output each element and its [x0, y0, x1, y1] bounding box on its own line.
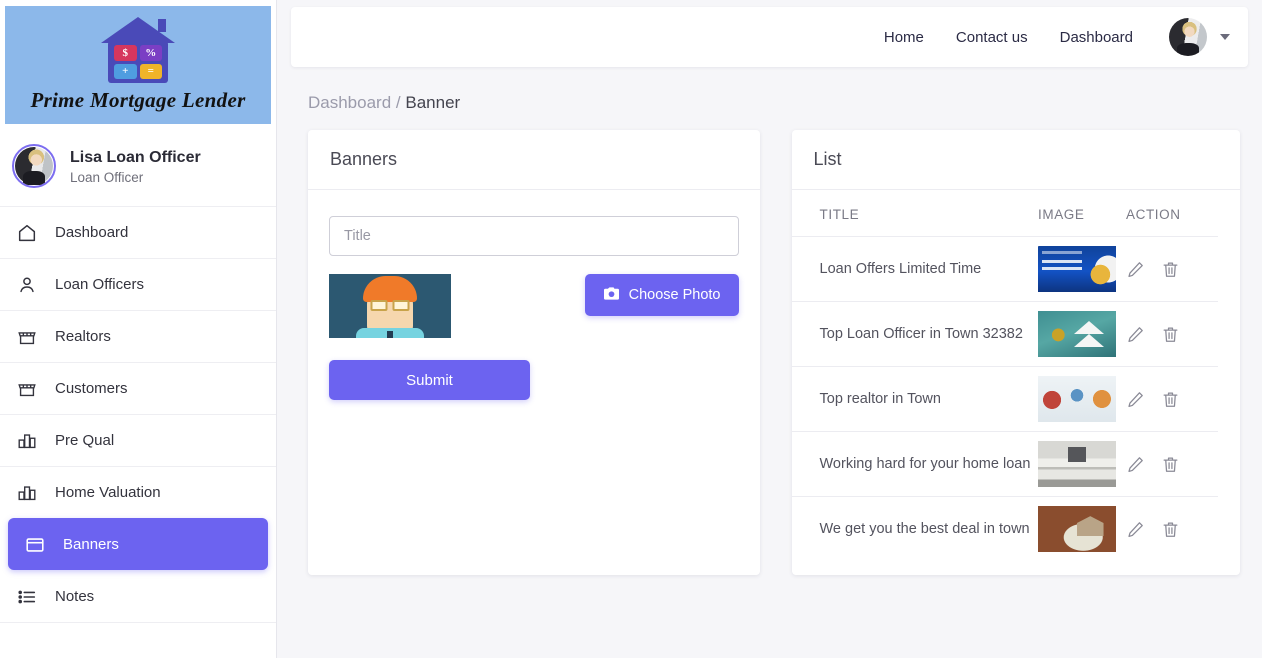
- choose-photo-label: Choose Photo: [628, 287, 721, 303]
- sidebar-item-label: Customers: [55, 380, 128, 397]
- row-title: Working hard for your home loan: [819, 456, 1031, 472]
- submit-button[interactable]: Submit: [329, 360, 530, 400]
- logo-key-dollar: $: [114, 45, 137, 61]
- pencil-icon[interactable]: [1126, 520, 1145, 539]
- avatar: [12, 144, 56, 188]
- column-header-title: TITLE: [791, 190, 1038, 237]
- pencil-icon[interactable]: [1126, 260, 1145, 279]
- pencil-icon[interactable]: [1126, 325, 1145, 344]
- trash-icon[interactable]: [1161, 390, 1180, 409]
- trash-icon[interactable]: [1161, 325, 1180, 344]
- sidebar-item-label: Home Valuation: [55, 484, 161, 501]
- table-row: Working hard for your home loan: [791, 431, 1218, 497]
- row-thumbnail: [1038, 246, 1116, 292]
- row-thumbnail: [1038, 311, 1116, 357]
- profile-name: Lisa Loan Officer: [70, 148, 201, 166]
- banner-table: TITLE IMAGE ACTION Loan Offers Limited T…: [791, 190, 1219, 562]
- trash-icon[interactable]: [1161, 520, 1180, 539]
- sidebar-item-loan-officers[interactable]: Loan Officers: [0, 258, 276, 310]
- logo-key-plus: +: [114, 63, 137, 79]
- home-icon: [16, 222, 38, 244]
- banner-icon: [24, 534, 46, 556]
- row-thumbnail: [1038, 441, 1116, 487]
- sidebar-item-label: Pre Qual: [55, 432, 115, 449]
- row-title: Top realtor in Town: [819, 391, 941, 407]
- bar-chart-icon: [16, 430, 38, 452]
- table-row: Top Loan Officer in Town 32382: [791, 301, 1218, 367]
- table-row: We get you the best deal in town: [792, 497, 1219, 562]
- nav-link-dashboard[interactable]: Dashboard: [1060, 29, 1133, 46]
- row-title: Top Loan Officer in Town 32382: [819, 326, 1023, 342]
- store-icon: [16, 326, 38, 348]
- sidebar-item-notes[interactable]: Notes: [0, 570, 276, 622]
- sidebar-item-banners[interactable]: Banners: [8, 518, 268, 570]
- bar-chart-icon: [16, 482, 38, 504]
- breadcrumb-current: Banner: [405, 93, 461, 112]
- trash-icon[interactable]: [1161, 455, 1180, 474]
- row-title: Loan Offers Limited Time: [819, 261, 982, 277]
- sidebar-item-label: Dashboard: [55, 224, 129, 241]
- sidebar-item-label: Loan Officers: [55, 276, 144, 293]
- banners-card: Banners Cho: [308, 130, 760, 575]
- sidebar-item-label: Realtors: [55, 328, 111, 345]
- nav-link-home[interactable]: Home: [884, 29, 924, 46]
- sidebar: $ % + = Prime Mortgage Lender Lisa Loan …: [0, 0, 277, 658]
- logo-key-equals: =: [139, 63, 162, 79]
- pencil-icon[interactable]: [1126, 455, 1145, 474]
- column-header-image: IMAGE: [1038, 190, 1126, 237]
- choose-photo-button[interactable]: Choose Photo: [584, 274, 739, 316]
- chevron-down-icon[interactable]: [1220, 34, 1230, 40]
- logo-key-percent: %: [139, 45, 162, 61]
- list-icon: [16, 586, 38, 608]
- sidebar-divider: [0, 622, 276, 623]
- sidebar-item-home-valuation[interactable]: Home Valuation: [0, 466, 276, 518]
- list-card-title: List: [791, 130, 1240, 190]
- breadcrumb-separator: /: [395, 93, 401, 112]
- store-icon: [16, 378, 38, 400]
- house-calculator-icon: $ % + =: [101, 17, 175, 83]
- camera-icon: [603, 286, 620, 305]
- sidebar-item-label: Notes: [55, 588, 95, 605]
- brand-logo: $ % + = Prime Mortgage Lender: [5, 6, 271, 124]
- breadcrumb-parent[interactable]: Dashboard: [308, 93, 391, 112]
- profile-role: Loan Officer: [70, 169, 144, 185]
- row-thumbnail: [1038, 506, 1116, 552]
- trash-icon[interactable]: [1161, 260, 1180, 279]
- breadcrumb: Dashboard / Banner: [308, 93, 1262, 113]
- sidebar-item-label: Banners: [63, 536, 119, 553]
- main-area: Home Contact us Dashboard Dashboard / Ba…: [277, 0, 1262, 658]
- title-input[interactable]: [329, 216, 739, 256]
- top-navbar: Home Contact us Dashboard: [291, 7, 1248, 67]
- table-row: Loan Offers Limited Time: [791, 236, 1218, 302]
- sidebar-item-pre-qual[interactable]: Pre Qual: [0, 414, 276, 466]
- sidebar-profile: Lisa Loan Officer Loan Officer: [0, 124, 276, 206]
- column-header-action: ACTION: [1126, 190, 1218, 237]
- table-row: Top realtor in Town: [791, 366, 1218, 432]
- sidebar-item-dashboard[interactable]: Dashboard: [0, 206, 276, 258]
- sidebar-item-realtors[interactable]: Realtors: [0, 310, 276, 362]
- list-card: List TITLE IMAGE ACTION Loan Offers Limi…: [791, 130, 1240, 575]
- sidebar-item-customers[interactable]: Customers: [0, 362, 276, 414]
- row-thumbnail: [1038, 376, 1116, 422]
- person-icon: [16, 274, 38, 296]
- table-header-row: TITLE IMAGE ACTION: [791, 190, 1218, 237]
- pencil-icon[interactable]: [1126, 390, 1145, 409]
- nav-link-contact-us[interactable]: Contact us: [956, 29, 1028, 46]
- row-title: We get you the best deal in town: [819, 521, 1030, 537]
- photo-preview: [329, 274, 451, 338]
- avatar[interactable]: [1169, 18, 1207, 56]
- banners-card-title: Banners: [308, 130, 760, 190]
- brand-name: Prime Mortgage Lender: [30, 88, 246, 112]
